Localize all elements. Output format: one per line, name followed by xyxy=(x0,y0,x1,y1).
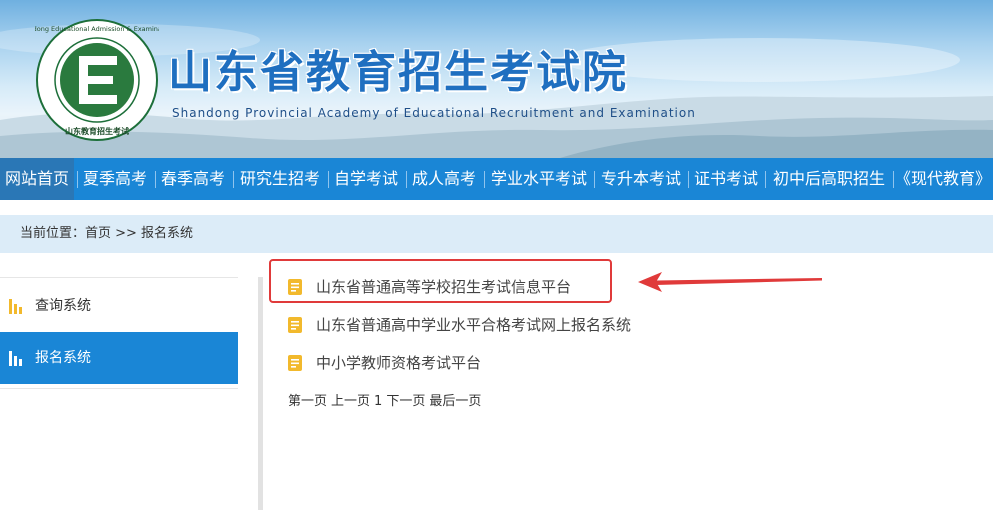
pagination: 第一页 上一页 1 下一页 最后一页 xyxy=(288,390,485,409)
nav-separator xyxy=(594,171,595,188)
site-subtitle: Shandong Provincial Academy of Education… xyxy=(172,106,696,120)
nav-separator xyxy=(328,171,329,188)
list-item-label: 中小学教师资格考试平台 xyxy=(316,354,482,372)
nav-item-summer-gaokao[interactable]: 夏季高考 xyxy=(79,158,151,200)
nav-separator xyxy=(77,171,78,188)
nav-separator xyxy=(688,171,689,188)
content-divider xyxy=(258,277,263,510)
sidebar-item-query-system[interactable]: 查询系统 xyxy=(0,280,238,332)
pager-next[interactable]: 下一页 xyxy=(386,394,425,409)
bar-chart-icon xyxy=(9,299,22,314)
nav-item-certificate-exam[interactable]: 证书考试 xyxy=(690,158,762,200)
red-arrow-icon xyxy=(638,272,822,292)
nav-item-proficiency-test[interactable]: 学业水平考试 xyxy=(486,158,592,200)
breadcrumb-text: 当前位置：首页 >> 报名系统 xyxy=(20,226,194,241)
logo-emblem: Shandong Educational Admission & Examina… xyxy=(35,19,159,141)
sidebar: 查询系统 报名系统 xyxy=(0,277,238,391)
pager-last[interactable]: 最后一页 xyxy=(429,394,481,409)
main-nav: 网站首页 夏季高考 春季高考 研究生招考 自学考试 成人高考 学业水平考试 专升… xyxy=(0,158,993,200)
sidebar-item-label: 查询系统 xyxy=(35,298,91,314)
breadcrumb: 当前位置：首页 >> 报名系统 xyxy=(0,215,993,253)
logo-bottom-text: 山东教育招生考试 xyxy=(65,126,129,136)
nav-item-modern-education[interactable]: 《现代教育》 xyxy=(895,158,993,200)
nav-item-vocational-admission[interactable]: 初中后高职招生 xyxy=(767,158,891,200)
document-icon xyxy=(288,317,302,333)
logo-ring-text: Shandong Educational Admission & Examina… xyxy=(35,25,159,33)
pager-first[interactable]: 第一页 xyxy=(288,394,327,409)
nav-separator xyxy=(155,171,156,188)
nav-separator xyxy=(406,171,407,188)
pager-prev[interactable]: 上一页 xyxy=(331,394,370,409)
header-banner: Shandong Educational Admission & Examina… xyxy=(0,0,993,158)
document-icon xyxy=(288,355,302,371)
sidebar-divider xyxy=(0,388,238,389)
nav-item-upgrade-exam[interactable]: 专升本考试 xyxy=(596,158,686,200)
sidebar-item-label: 报名系统 xyxy=(35,350,91,366)
highlight-annotation-box xyxy=(269,259,612,303)
nav-item-adult-exam[interactable]: 成人高考 xyxy=(408,158,480,200)
nav-separator xyxy=(233,171,234,188)
nav-item-spring-gaokao[interactable]: 春季高考 xyxy=(157,158,229,200)
nav-item-self-study-exam[interactable]: 自学考试 xyxy=(330,158,402,200)
site-title: 山东省教育招生考试院 xyxy=(168,47,628,98)
pager-current: 1 xyxy=(374,394,383,409)
nav-separator xyxy=(765,171,766,188)
nav-separator xyxy=(484,171,485,188)
list-item-label: 山东省普通高中学业水平合格考试网上报名系统 xyxy=(316,316,632,334)
nav-separator xyxy=(893,171,894,188)
sidebar-item-registration-system[interactable]: 报名系统 xyxy=(0,332,238,384)
bar-chart-icon xyxy=(9,351,22,366)
nav-item-home[interactable]: 网站首页 xyxy=(0,158,74,200)
nav-item-graduate-exam[interactable]: 研究生招考 xyxy=(235,158,325,200)
